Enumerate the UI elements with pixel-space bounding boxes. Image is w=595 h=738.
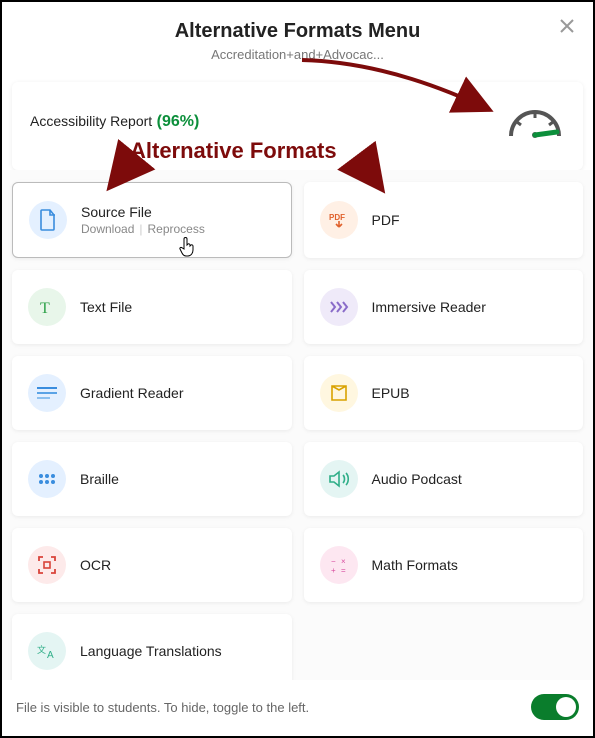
accessibility-report-label: Accessibility Report (96%): [30, 113, 199, 131]
braille-icon: [28, 460, 66, 498]
svg-text:PDF: PDF: [329, 213, 345, 222]
header: Alternative Formats Menu Accreditation+a…: [2, 2, 593, 68]
format-label: EPUB: [372, 385, 410, 401]
format-label: Math Formats: [372, 557, 458, 573]
format-immersive-reader[interactable]: Immersive Reader: [304, 270, 584, 344]
format-label: Source File: [81, 204, 205, 220]
footer-text: File is visible to students. To hide, to…: [16, 700, 309, 715]
svg-text:−: −: [331, 557, 336, 566]
pdf-icon: PDF: [320, 201, 358, 239]
format-audio-podcast[interactable]: Audio Podcast: [304, 442, 584, 516]
footer: File is visible to students. To hide, to…: [2, 680, 593, 736]
format-label: Text File: [80, 299, 132, 315]
svg-text:A: A: [47, 650, 54, 661]
epub-icon: [320, 374, 358, 412]
format-label: Braille: [80, 471, 119, 487]
translate-icon: 文A: [28, 632, 66, 670]
format-sub: Download|Reprocess: [81, 222, 205, 236]
format-ocr[interactable]: OCR: [12, 528, 292, 602]
format-source-file[interactable]: Source File Download|Reprocess: [12, 182, 292, 258]
format-label: Audio Podcast: [372, 471, 462, 487]
format-label: PDF: [372, 212, 400, 228]
gauge-icon: [505, 102, 565, 142]
format-math[interactable]: −× + = Math Formats: [304, 528, 584, 602]
formats-grid: Source File Download|Reprocess PDF PDF T…: [2, 170, 593, 708]
audio-icon: [320, 460, 358, 498]
accessibility-report-percent: (96%): [157, 113, 200, 130]
immersive-icon: [320, 288, 358, 326]
format-epub[interactable]: EPUB: [304, 356, 584, 430]
text-icon: T: [28, 288, 66, 326]
ocr-icon: [28, 546, 66, 584]
close-icon[interactable]: [557, 16, 577, 36]
accessibility-report-card[interactable]: Accessibility Report (96%): [12, 82, 583, 170]
format-label: Immersive Reader: [372, 299, 486, 315]
svg-text:+: +: [331, 566, 336, 575]
format-label: Language Translations: [80, 643, 222, 659]
format-braille[interactable]: Braille: [12, 442, 292, 516]
svg-text:×: ×: [341, 557, 346, 566]
svg-text:文: 文: [37, 644, 46, 655]
math-icon: −× + =: [320, 546, 358, 584]
source-reprocess-link[interactable]: Reprocess: [148, 222, 205, 236]
format-label: Gradient Reader: [80, 385, 184, 401]
format-language-translations[interactable]: 文A Language Translations: [12, 614, 292, 688]
svg-text:T: T: [40, 300, 50, 317]
page-title: Alternative Formats Menu: [2, 20, 593, 43]
format-gradient-reader[interactable]: Gradient Reader: [12, 356, 292, 430]
document-icon: [29, 201, 67, 239]
page-subtitle: Accreditation+and+Advocac...: [2, 47, 593, 62]
svg-text:=: =: [341, 566, 346, 575]
source-download-link[interactable]: Download: [81, 222, 134, 236]
visibility-toggle[interactable]: [531, 694, 579, 720]
format-label: OCR: [80, 557, 111, 573]
gradient-icon: [28, 374, 66, 412]
format-pdf[interactable]: PDF PDF: [304, 182, 584, 258]
format-text-file[interactable]: T Text File: [12, 270, 292, 344]
